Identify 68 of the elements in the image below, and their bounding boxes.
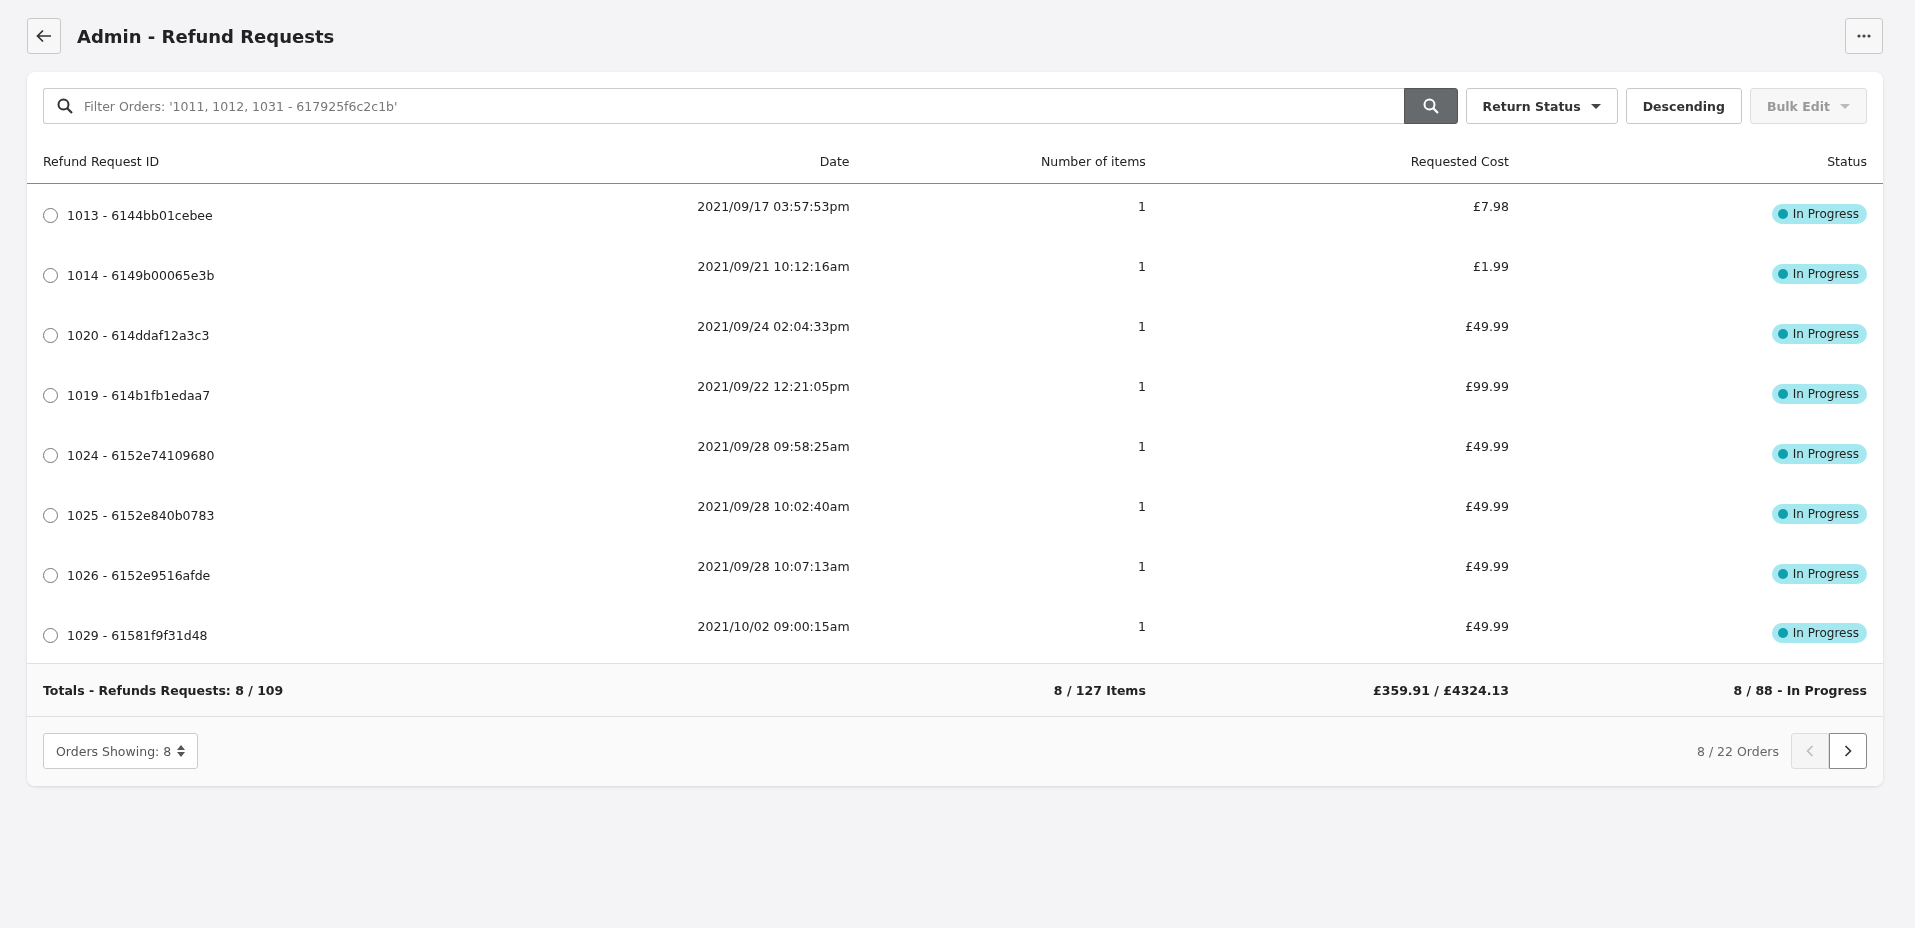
status-badge: In Progress — [1771, 203, 1867, 224]
totals-items: 8 / 127 Items — [1053, 682, 1146, 698]
status-badge: In Progress — [1771, 383, 1867, 404]
sort-button[interactable]: Descending — [1625, 88, 1742, 124]
request-id: 1029 - 61581f9f31d48 — [67, 627, 208, 643]
cost-cell: £49.99 — [1465, 318, 1509, 334]
column-header: Requested Cost — [1161, 136, 1525, 184]
back-arrow-icon — [36, 29, 52, 43]
more-icon — [1857, 34, 1871, 38]
status-badge: In Progress — [1771, 323, 1867, 344]
cost-cell: £1.99 — [1473, 258, 1509, 274]
search-icon — [57, 98, 73, 114]
item-count: 1 — [1137, 618, 1146, 634]
request-id: 1025 - 6152e840b0783 — [67, 508, 215, 523]
request-id: 1024 - 6152e74109680 — [67, 448, 215, 463]
totals-cost: £359.91 / £4324.13 — [1373, 682, 1509, 698]
sort-arrows-icon — [177, 745, 186, 757]
more-options-button[interactable] — [1845, 18, 1883, 54]
column-header: Refund Request ID — [27, 136, 467, 184]
request-id: 1026 - 6152e9516afde — [67, 568, 211, 583]
date-cell: 2021/09/28 09:58:25am — [697, 438, 850, 454]
column-header: Number of items — [865, 136, 1162, 184]
column-header: Date — [466, 136, 866, 184]
search-button[interactable] — [1403, 88, 1458, 124]
item-count: 1 — [1137, 498, 1146, 514]
next-page-button[interactable] — [1829, 733, 1867, 769]
item-count: 1 — [1137, 378, 1146, 394]
request-id: 1014 - 6149b00065e3b — [67, 268, 215, 283]
request-id: 1019 - 614b1fb1edaa7 — [67, 388, 211, 403]
chevron-left-icon — [1806, 745, 1814, 757]
date-cell: 2021/09/28 10:02:40am — [697, 498, 850, 514]
back-button[interactable] — [27, 18, 61, 54]
item-count: 1 — [1137, 258, 1146, 274]
chevron-right-icon — [1844, 745, 1852, 757]
status-badge: In Progress — [1771, 503, 1867, 524]
totals-label: Totals - Refunds Requests: 8 / 109 — [43, 682, 284, 698]
request-id: 1020 - 614ddaf12a3c3 — [67, 328, 210, 343]
page-title: Admin - Refund Requests — [77, 25, 335, 47]
status-badge: In Progress — [1771, 623, 1867, 644]
search-icon — [1422, 98, 1439, 114]
date-cell: 2021/09/24 02:04:33pm — [697, 318, 850, 334]
date-cell: 2021/09/21 10:12:16am — [697, 258, 850, 274]
date-cell: 2021/09/22 12:21:05pm — [697, 378, 850, 394]
search-field[interactable]: Filter Orders: '1011, 1012, 1031 - 617925f6c2c1b' — [43, 88, 1404, 124]
status-badge: In Progress — [1771, 263, 1867, 284]
date-cell: 2021/09/17 03:57:53pm — [697, 199, 850, 214]
orders-count: 8 / 22 Orders — [1696, 743, 1779, 759]
item-count: 1 — [1137, 438, 1146, 454]
dropdown-button[interactable]: Return Status — [1465, 88, 1618, 124]
cost-cell: £49.99 — [1465, 438, 1509, 454]
date-cell: 2021/10/02 09:00:15am — [697, 618, 850, 634]
cost-cell: £49.99 — [1465, 498, 1509, 514]
item-count: 1 — [1137, 199, 1146, 214]
request-id: 1013 - 6144bb01cebee — [67, 208, 213, 224]
column-header: Status — [1524, 136, 1883, 184]
cost-cell: £7.98 — [1473, 199, 1509, 214]
status-badge: In Progress — [1771, 563, 1867, 584]
item-count: 1 — [1137, 318, 1146, 334]
item-count: 1 — [1137, 558, 1146, 574]
page-size-select[interactable]: Orders Showing: 8 — [43, 733, 199, 769]
status-badge: In Progress — [1771, 443, 1867, 464]
cost-cell: £49.99 — [1465, 558, 1509, 574]
cost-cell: £49.99 — [1465, 618, 1509, 634]
cost-cell: £99.99 — [1465, 378, 1509, 394]
totals-status: 8 / 88 - In Progress — [1733, 682, 1867, 698]
caret-icon — [1590, 103, 1601, 109]
date-cell: 2021/09/28 10:07:13am — [697, 558, 850, 574]
caret-icon — [1840, 103, 1850, 109]
